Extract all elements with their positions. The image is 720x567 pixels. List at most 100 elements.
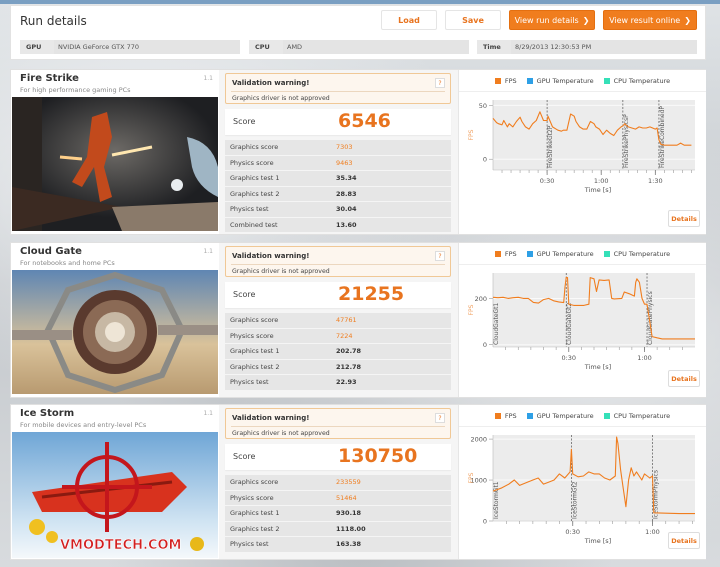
x-axis-label: Time [s] — [584, 537, 611, 545]
view-run-details-button[interactable]: View run details ❯ — [509, 10, 595, 30]
save-button[interactable]: Save — [445, 10, 501, 30]
time-value: 8/29/2013 12:30:53 PM — [511, 40, 697, 54]
subscore-label: Physics score — [230, 331, 274, 340]
y-tick-label: 0 — [483, 156, 487, 164]
test-card[interactable]: Fire Strike For high performance gaming … — [11, 70, 219, 234]
cpu-value: AMD — [283, 40, 469, 54]
subscore-value: 30.04 — [336, 205, 357, 214]
time-info: Time 8/29/2013 12:30:53 PM — [477, 40, 697, 54]
subscore-label: Physics test — [230, 205, 269, 214]
warning-divider — [231, 91, 445, 92]
cpu-label: CPU — [255, 43, 270, 51]
y-axis-label: FPS — [468, 304, 475, 315]
details-button[interactable]: Details — [668, 210, 700, 227]
y-tick-label: 2000 — [470, 436, 487, 444]
x-tick-label: 1:00 — [637, 354, 652, 362]
warning-title: Validation warning! — [232, 414, 310, 422]
warning-divider — [231, 426, 445, 427]
view-result-online-button[interactable]: View result online ❯ — [603, 10, 697, 30]
subscore-row: Graphics test 2 28.83 — [225, 186, 451, 202]
results-panel: Validation warning! ? Graphics driver is… — [225, 73, 451, 233]
chevron-right-icon: ❯ — [582, 15, 590, 25]
subscore-value: 163.38 — [336, 540, 362, 549]
phase-marker-label: CloudGateGt1 — [493, 302, 500, 345]
score-box: Score 130750 — [225, 444, 451, 470]
score-value: 21255 — [338, 283, 405, 305]
subscore-value: 7224 — [336, 331, 353, 340]
test-section-cloud-gate: Cloud Gate For notebooks and home PCs 1.… — [10, 242, 706, 398]
test-version: 1.1 — [203, 248, 213, 255]
time-label: Time — [483, 43, 501, 51]
test-artwork — [12, 97, 218, 231]
page-title: Run details — [20, 14, 87, 28]
subscore-table: Graphics score 233559 Physics score 51464 Gr… — [225, 475, 451, 553]
details-button[interactable]: Details — [668, 532, 700, 549]
subscore-label: Physics score — [230, 158, 274, 167]
test-card[interactable]: Ice Storm For mobile devices and entry-l… — [11, 405, 219, 559]
subscore-value: 233559 — [336, 478, 361, 487]
y-tick-label: 0 — [483, 518, 487, 526]
score-box: Score 21255 — [225, 282, 451, 308]
subscore-row: Combined test 13.60 — [225, 217, 451, 233]
view-run-details-label: View run details — [514, 15, 579, 25]
test-section-fire-strike: Fire Strike For high performance gaming … — [10, 69, 706, 235]
phase-marker-label: FireStrikePhysicsP — [623, 114, 630, 168]
help-icon[interactable]: ? — [435, 413, 445, 423]
y-tick-label: 200 — [475, 295, 487, 303]
warning-message: Graphics driver is not approved — [232, 95, 330, 102]
test-card[interactable]: Cloud Gate For notebooks and home PCs 1.… — [11, 243, 219, 397]
x-tick-label: 1:30 — [648, 177, 663, 185]
test-version: 1.1 — [203, 410, 213, 417]
test-artwork: VMODTECH.COM — [12, 432, 218, 558]
subscore-label: Combined test — [230, 220, 278, 229]
load-button[interactable]: Load — [381, 10, 437, 30]
subscore-label: Graphics score — [230, 478, 279, 487]
y-tick-label: 0 — [483, 341, 487, 349]
subscore-row: Graphics score 7303 — [225, 140, 451, 156]
subscore-row: Graphics test 2 1118.00 — [225, 521, 451, 537]
subscore-value: 202.78 — [336, 347, 362, 356]
subscore-value: 35.34 — [336, 174, 357, 183]
subscore-row: Physics score 51464 — [225, 490, 451, 506]
results-panel: Validation warning! ? Graphics driver is… — [225, 246, 451, 391]
x-axis-label: Time [s] — [584, 363, 611, 371]
subscore-value: 47761 — [336, 316, 357, 325]
run-details-panel: Run details Load Save View run details ❯… — [10, 5, 706, 60]
test-name: Cloud Gate — [20, 246, 82, 257]
cpu-info: CPU AMD — [249, 40, 469, 54]
subscore-row: Physics test 163.38 — [225, 537, 451, 553]
subscore-value: 9463 — [336, 158, 353, 167]
window-top-bar — [0, 0, 720, 4]
phase-marker-label: FireStrikeCombinedP — [659, 106, 666, 168]
phase-marker-label: CloudGateGt2 — [566, 302, 573, 345]
help-icon[interactable]: ? — [435, 251, 445, 261]
validation-warning: Validation warning! ? Graphics driver is… — [225, 408, 451, 439]
view-result-online-label: View result online — [609, 15, 681, 25]
subscore-row: Physics score 7224 — [225, 328, 451, 344]
score-value: 130750 — [338, 445, 418, 467]
subscore-value: 51464 — [336, 493, 357, 502]
subscore-label: Graphics score — [230, 143, 279, 152]
x-tick-label: 0:30 — [565, 528, 580, 536]
subscore-label: Graphics test 2 — [230, 524, 280, 533]
subscore-value: 7303 — [336, 143, 353, 152]
help-icon[interactable]: ? — [435, 78, 445, 88]
subscore-table: Graphics score 7303 Physics score 9463 Graph… — [225, 140, 451, 233]
test-version: 1.1 — [203, 75, 213, 82]
subscore-row: Physics score 9463 — [225, 155, 451, 171]
subscore-label: Physics test — [230, 540, 269, 549]
plot-area — [493, 435, 695, 521]
subscore-row: Graphics test 1 202.78 — [225, 344, 451, 360]
x-tick-label: 0:30 — [561, 354, 576, 362]
subscore-value: 13.60 — [336, 220, 357, 229]
subscore-value: 212.78 — [336, 362, 362, 371]
subscore-row: Graphics test 2 212.78 — [225, 359, 451, 375]
warning-divider — [231, 264, 445, 265]
subscore-value: 22.93 — [336, 378, 357, 387]
y-axis-label: FPS — [468, 472, 475, 483]
score-label: Score — [233, 290, 256, 299]
subscore-value: 930.18 — [336, 509, 362, 518]
validation-warning: Validation warning! ? Graphics driver is… — [225, 246, 451, 277]
details-button[interactable]: Details — [668, 370, 700, 387]
subscore-row: Graphics score 47761 — [225, 313, 451, 329]
